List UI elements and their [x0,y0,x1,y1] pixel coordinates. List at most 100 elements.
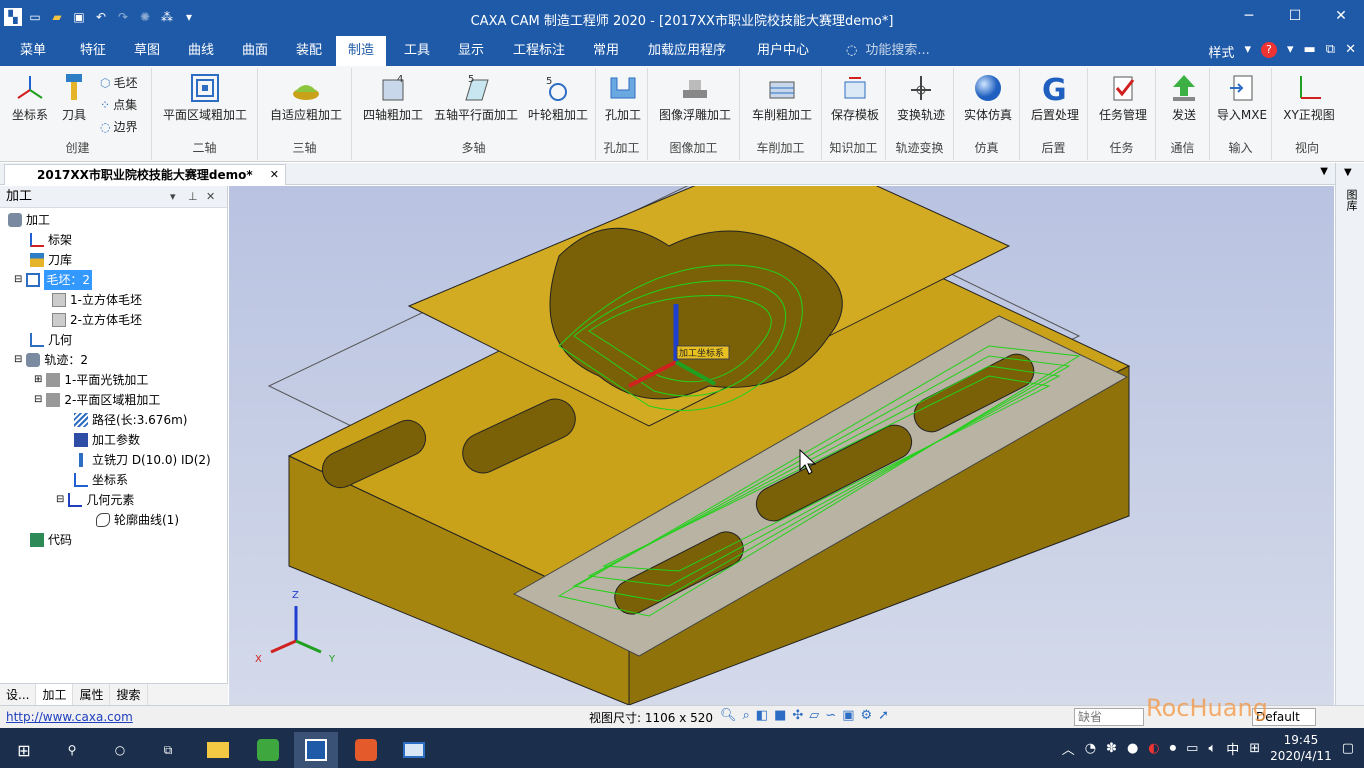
tile-doc-icon[interactable]: ⧉ [1326,42,1335,61]
curve-icon[interactable]: ∽ [825,708,836,723]
display-icon[interactable]: ▭ [1186,741,1198,756]
close-button[interactable]: ✕ [1318,0,1364,32]
cortana-button[interactable]: ○ [98,732,142,768]
notification-icon[interactable]: ▢ [1342,741,1354,756]
menu-user-center[interactable]: 用户中心 [757,36,809,66]
presentation-button[interactable] [392,732,436,768]
tree-node-path-1[interactable]: ⊞ 1-平面光铣加工 [34,370,148,390]
send-button[interactable]: 发送 [1160,72,1208,123]
restore-doc-icon[interactable]: ▬ [1304,42,1316,61]
impeller-rough-button[interactable]: 5 叶轮粗加工 [524,72,592,123]
gallery-tab[interactable]: 图库 [1342,189,1358,211]
help-icon[interactable]: ? [1260,42,1277,58]
boundary-button[interactable]: ◌ 边界 [100,118,138,135]
tree-node-end-mill[interactable]: 立铣刀 D(10.0) ID(2) [74,450,211,470]
menu-addins[interactable]: 加载应用程序 [648,36,726,66]
menu-sketch[interactable]: 草图 [134,36,160,66]
ime-indicator[interactable]: 中 [1226,739,1239,758]
tree-node-geo-elements[interactable]: ⊟ 几何元素 [56,490,134,510]
tree-node-params[interactable]: 加工参数 [74,430,140,450]
transform-path-button[interactable]: 变换轨迹 [890,72,952,123]
menu-main[interactable]: 菜单 [20,36,46,66]
help-dropdown-icon[interactable]: ▾ [1287,42,1294,61]
search-button[interactable]: ⚲ [50,732,94,768]
network-icon[interactable]: ◔ [1085,741,1096,756]
shading-icon[interactable]: ■ [774,708,786,723]
volume-icon[interactable]: 🔈︎ [1208,741,1216,756]
tab-properties[interactable]: 属性 [73,684,111,705]
wire-icon[interactable]: ▱ [809,708,819,723]
planar-rough-button[interactable]: 平面区域粗加工 [156,72,254,123]
style-menu[interactable]: 样式 [1208,42,1234,61]
document-tab[interactable]: 2017XX市职业院校技能大赛理demo* ✕ [4,164,286,185]
menu-display[interactable]: 显示 [458,36,484,66]
box-icon[interactable]: ▣ [842,708,854,723]
tab-machining[interactable]: 加工 [36,684,74,705]
task-manager-button[interactable]: 任务管理 [1092,72,1154,123]
expand-icon[interactable]: ⊞ [34,370,42,390]
tree-node-geometry[interactable]: 几何 [30,330,72,350]
tree-node-code[interactable]: 代码 [30,530,72,550]
csys-button[interactable]: 坐标系 [10,72,50,123]
blank-button[interactable]: ⬡ 毛坯 [100,74,138,91]
default-input[interactable]: 缺省 [1074,708,1144,726]
tab-settings[interactable]: 设... [0,684,37,705]
zoom-window-icon[interactable]: ⌕ [743,708,750,723]
clock[interactable]: 19:45 2020/4/11 [1270,732,1332,764]
right-panel-dropdown-icon[interactable]: ▼ [1344,167,1352,178]
minimize-button[interactable]: ─ [1226,0,1272,32]
tree-node-tool-library[interactable]: 刀库 [30,250,72,270]
menu-annotation[interactable]: 工程标注 [513,36,565,66]
keyboard-icon[interactable]: ⊞ [1249,741,1260,756]
adaptive-rough-button[interactable]: 自适应粗加工 [262,72,350,123]
move-icon[interactable]: ✣ [792,708,803,723]
solid-simulation-button[interactable]: 实体仿真 [958,72,1018,123]
task-view-button[interactable]: ⧉ [146,732,190,768]
mic-icon[interactable]: ⏺ [1170,741,1177,756]
tree-node-blank-2[interactable]: 2-立方体毛坯 [52,310,142,330]
menu-manufacture[interactable]: 制造 [336,36,387,66]
settings-icon[interactable]: ⚙ [861,708,873,723]
camtasia-button[interactable] [246,732,290,768]
menu-tools[interactable]: 工具 [404,36,430,66]
panel-pin-icon[interactable]: ⊥ [188,186,198,208]
security-icon[interactable]: ✽ [1106,741,1117,756]
tree-node-path-length[interactable]: 路径(长:3.676m) [74,410,187,430]
close-doc-icon[interactable]: ✕ [1345,42,1356,61]
tray-overflow-icon[interactable]: ︿ [1062,739,1075,758]
wechat-icon[interactable]: ● [1127,741,1138,756]
caxa-link[interactable]: http://www.caxa.com [6,710,133,724]
panel-menu-icon[interactable]: ▾ [170,186,176,208]
collapse-icon[interactable]: ⊟ [14,270,22,290]
style-dropdown-icon[interactable]: ▾ [1244,42,1251,61]
panel-close-icon[interactable]: ✕ [206,186,215,208]
pointer-icon[interactable]: ➚ [878,708,889,723]
tree-node-path-2[interactable]: ⊟ 2-平面区域粗加工 [34,390,160,410]
tree-node-contour[interactable]: 轮廓曲线(1) [96,510,179,530]
xy-front-view-button[interactable]: XY正视图 [1276,72,1342,123]
collapse-icon[interactable]: ⊟ [14,350,22,370]
tree-node-root[interactable]: 加工 [8,210,50,230]
collapse-icon[interactable]: ⊟ [34,390,42,410]
tree-node-frame[interactable]: 标架 [30,230,72,250]
menu-feature[interactable]: 特征 [80,36,106,66]
recorder-button[interactable] [344,732,388,768]
menu-common[interactable]: 常用 [593,36,619,66]
menu-curve[interactable]: 曲线 [188,36,214,66]
tab-search[interactable]: 搜索 [110,684,148,705]
pointset-button[interactable]: ⁘ 点集 [100,96,137,113]
import-mxe-button[interactable]: 导入MXE [1214,72,1270,123]
hole-button[interactable]: 孔加工 [600,72,646,123]
tree-node-blank-1[interactable]: 1-立方体毛坯 [52,290,142,310]
model-scene[interactable]: 加工坐标系 Z X Y [229,186,1334,705]
post-process-button[interactable]: G 后置处理 [1024,72,1086,123]
save-template-button[interactable]: 保存模板 [826,72,884,123]
menu-assembly[interactable]: 装配 [296,36,322,66]
4axis-rough-button[interactable]: 4 四轴粗加工 [358,72,428,123]
file-explorer-button[interactable] [196,732,240,768]
tool-button[interactable]: 刀具 [54,72,94,123]
menu-surface[interactable]: 曲面 [242,36,268,66]
document-tab-close-icon[interactable]: ✕ [270,165,279,185]
tree-node-toolpaths[interactable]: ⊟ 轨迹：2 [14,350,88,370]
tree-node-blanks[interactable]: ⊟ 毛坯：2 [14,270,93,290]
